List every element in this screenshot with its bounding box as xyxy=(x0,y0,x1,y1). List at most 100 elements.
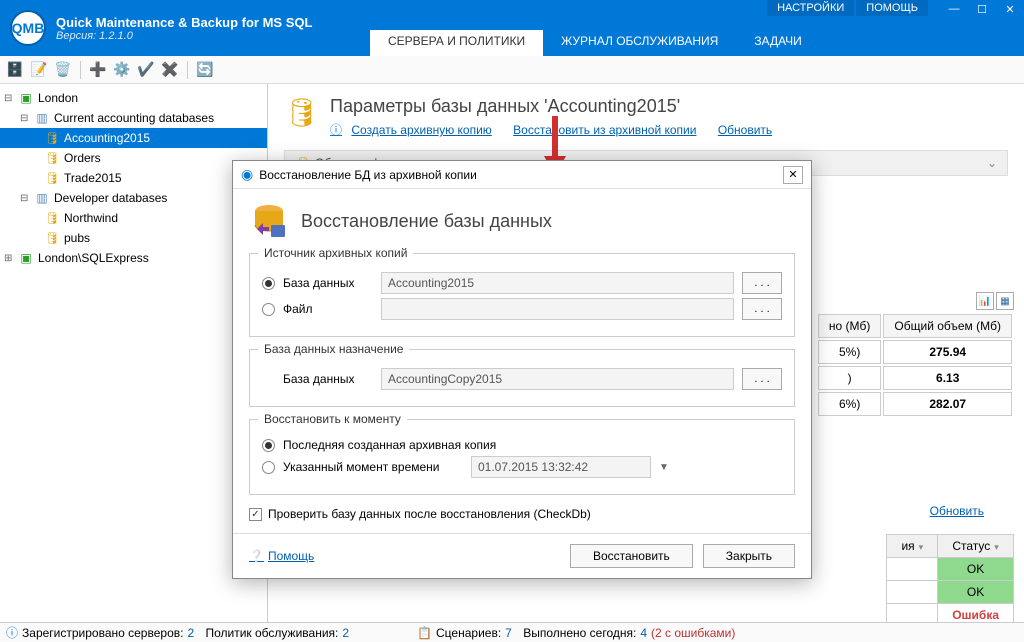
minimize-button[interactable]: — xyxy=(940,0,968,18)
app-version: Версия: 1.2.1.0 xyxy=(56,30,312,42)
checkbox-label: Проверить базу данных после восстановлен… xyxy=(268,507,591,521)
toolbar-db-props-icon[interactable]: ⚙️ xyxy=(113,61,131,79)
status-servers-label: Зарегистрировано серверов: xyxy=(22,626,183,640)
toolbar-refresh-icon[interactable]: 🔄 xyxy=(196,61,214,79)
toolbar-edit-icon[interactable]: 📝 xyxy=(30,61,48,79)
tree-group-current-accounting[interactable]: ⊟▥Current accounting databases xyxy=(0,108,267,128)
tree-db-pubs[interactable]: 🛢pubs xyxy=(0,228,267,248)
statusbar: ⓘ Зарегистрировано серверов: 2 Политик о… xyxy=(0,622,1024,642)
refresh-link[interactable]: Обновить xyxy=(718,123,772,137)
filter-icon[interactable]: ▾ xyxy=(919,542,924,552)
chart-view-icon[interactable]: 📊 xyxy=(976,292,994,310)
browse-destination-button[interactable]: . . . xyxy=(742,368,782,390)
source-file-input[interactable] xyxy=(381,298,734,320)
restore-time-input[interactable] xyxy=(471,456,651,478)
restore-database-icon xyxy=(249,201,289,241)
status-policies-count: 2 xyxy=(342,626,349,640)
radio-label: База данных xyxy=(283,276,373,290)
create-backup-link[interactable]: Создать архивную копию xyxy=(351,123,491,137)
app-icon: ◉ xyxy=(241,166,253,183)
tree-db-trade2015[interactable]: 🛢Trade2015 xyxy=(0,168,267,188)
tree-group-developer-databases[interactable]: ⊟▥Developer databases xyxy=(0,188,267,208)
radio-label: Указанный момент времени xyxy=(283,460,463,474)
tree-label: Orders xyxy=(64,151,101,165)
tree-label: Trade2015 xyxy=(64,171,122,185)
checkdb-checkbox[interactable]: ✓ xyxy=(249,508,262,521)
status-today-count: 4 xyxy=(640,626,647,640)
destination-fieldset: База данных назначение База данных . . . xyxy=(249,349,795,407)
fieldset-legend: База данных назначение xyxy=(258,342,409,356)
info-icon: ⓘ xyxy=(330,123,342,137)
tree-label: pubs xyxy=(64,231,90,245)
tree-label: Current accounting databases xyxy=(54,111,214,125)
chevron-down-icon: ⌄ xyxy=(987,156,997,170)
col-status: Статус▾ xyxy=(938,535,1014,558)
destination-database-input[interactable] xyxy=(381,368,734,390)
close-button[interactable]: ✕ xyxy=(996,0,1024,18)
cell: 6%) xyxy=(818,392,882,416)
fieldset-legend: Восстановить к моменту xyxy=(258,412,407,426)
cell: 5%) xyxy=(818,340,882,364)
size-table: но (Мб)Общий объем (Мб) 5%)275.94 )6.13 … xyxy=(816,312,1014,418)
specific-time-radio[interactable] xyxy=(262,461,275,474)
tree-db-orders[interactable]: 🛢Orders xyxy=(0,148,267,168)
toolbar-add-db-icon[interactable]: ➕ xyxy=(89,61,107,79)
toolbar-add-server-icon[interactable]: 🗄️ xyxy=(6,61,24,79)
tree-server-london-sqlexpress[interactable]: ⊞▣London\SQLExpress xyxy=(0,248,267,268)
browse-database-button[interactable]: . . . xyxy=(742,272,782,294)
info-icon: ⓘ xyxy=(6,624,18,641)
status-ok: OK xyxy=(938,558,1014,581)
restore-dialog: ◉ Восстановление БД из архивной копии ✕ … xyxy=(232,160,812,579)
dialog-help-link[interactable]: ❔Помощь xyxy=(249,549,314,563)
cell: 275.94 xyxy=(883,340,1012,364)
refresh-link-2[interactable]: Обновить xyxy=(930,504,984,518)
help-link[interactable]: ПОМОЩЬ xyxy=(856,0,928,16)
close-dialog-button[interactable]: Закрыть xyxy=(703,544,795,568)
tab-maintenance-log[interactable]: ЖУРНАЛ ОБСЛУЖИВАНИЯ xyxy=(543,30,736,56)
titlebar: QMB Quick Maintenance & Backup for MS SQ… xyxy=(0,0,1024,56)
radio-label: Последняя созданная архивная копия xyxy=(283,438,496,452)
server-tree: ⊟▣London ⊟▥Current accounting databases … xyxy=(0,84,268,622)
scenario-icon: 📋 xyxy=(417,626,432,640)
database-icon: 🛢 xyxy=(284,96,320,132)
browse-file-button[interactable]: . . . xyxy=(742,298,782,320)
maximize-button[interactable]: ☐ xyxy=(968,0,996,18)
toolbar-separator xyxy=(187,61,188,79)
toolbar-delete-icon[interactable]: 🗑️ xyxy=(54,61,72,79)
settings-link[interactable]: НАСТРОЙКИ xyxy=(767,0,854,16)
status-scenarios-count: 7 xyxy=(505,626,512,640)
tree-db-northwind[interactable]: 🛢Northwind xyxy=(0,208,267,228)
status-servers-count: 2 xyxy=(187,626,194,640)
col-used: но (Мб) xyxy=(818,314,882,338)
cell: 282.07 xyxy=(883,392,1012,416)
page-title: Параметры базы данных 'Accounting2015' xyxy=(330,96,790,117)
status-policies-label: Политик обслуживания: xyxy=(205,626,338,640)
dialog-close-button[interactable]: ✕ xyxy=(783,166,803,184)
last-backup-radio[interactable] xyxy=(262,439,275,452)
tab-servers-policies[interactable]: СЕРВЕРА И ПОЛИТИКИ xyxy=(370,30,543,56)
source-database-input[interactable] xyxy=(381,272,734,294)
help-icon: ❔ xyxy=(249,549,264,563)
filter-icon[interactable]: ▾ xyxy=(994,542,999,552)
tree-label: London xyxy=(38,91,78,105)
dialog-window-title: Восстановление БД из архивной копии xyxy=(259,168,477,182)
dialog-titlebar: ◉ Восстановление БД из архивной копии ✕ xyxy=(233,161,811,189)
tree-label: Northwind xyxy=(64,211,118,225)
status-table: ия▾Статус▾ OK OK Ошибка xyxy=(886,534,1014,622)
restore-button[interactable]: Восстановить xyxy=(570,544,693,568)
point-in-time-fieldset: Восстановить к моменту Последняя созданн… xyxy=(249,419,795,495)
source-file-radio[interactable] xyxy=(262,303,275,316)
status-scenarios-label: Сценариев: xyxy=(436,626,501,640)
source-fieldset: Источник архивных копий База данных . . … xyxy=(249,253,795,337)
toolbar-db-check-icon[interactable]: ✔️ xyxy=(137,61,155,79)
tree-label: London\SQLExpress xyxy=(38,251,149,265)
tree-db-accounting2015[interactable]: 🛢Accounting2015 xyxy=(0,128,267,148)
tab-tasks[interactable]: ЗАДАЧИ xyxy=(736,30,819,56)
tree-label: Developer databases xyxy=(54,191,167,205)
table-view-icon[interactable]: ▦ xyxy=(996,292,1014,310)
toolbar-db-remove-icon[interactable]: ✖️ xyxy=(161,61,179,79)
tree-server-london[interactable]: ⊟▣London xyxy=(0,88,267,108)
cell: ) xyxy=(818,366,882,390)
datetime-dropdown-icon[interactable]: ▼ xyxy=(659,462,669,473)
source-database-radio[interactable] xyxy=(262,277,275,290)
